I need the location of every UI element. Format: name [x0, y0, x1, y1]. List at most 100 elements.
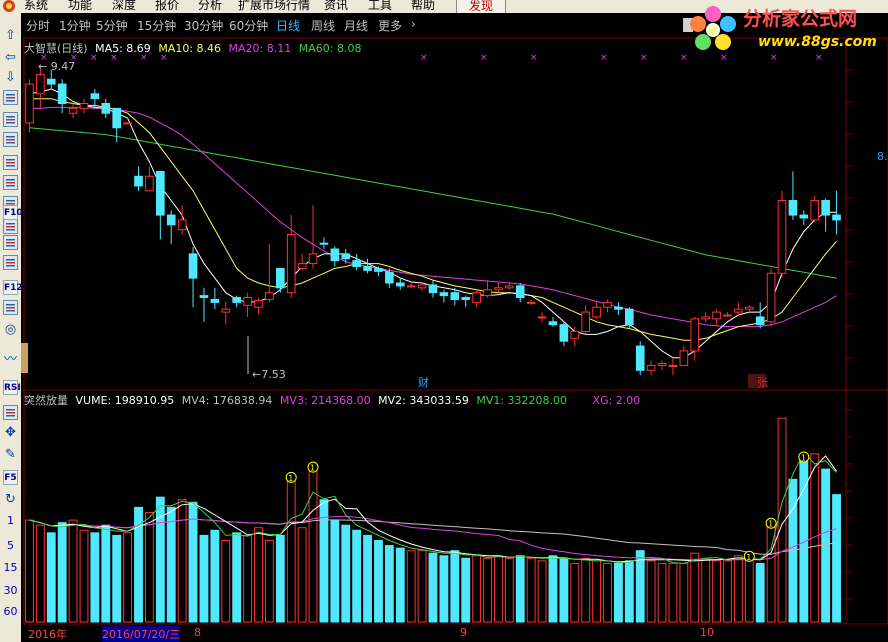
candle-body	[188, 253, 198, 279]
volume-bar	[243, 534, 253, 623]
circle-icon[interactable]: ◎	[3, 322, 18, 337]
candle-body	[123, 122, 132, 125]
volume-bar	[635, 550, 645, 623]
logo-url: www.88gs.com	[758, 34, 877, 50]
zhang-bg	[748, 374, 766, 388]
volume-bar	[483, 557, 492, 623]
volume-bar	[35, 524, 45, 623]
volume-bar	[177, 499, 187, 623]
left-toolbar: ⇧ ⇦ ⇩ F10 F12 ◎ 〰 RSI ✥ ✎ F5 ↻ 1 5 15 30 60	[0, 13, 28, 642]
f12-icon[interactable]: F12	[3, 280, 23, 295]
candle-body	[690, 318, 700, 352]
volume-bar	[199, 534, 209, 623]
tab-1[interactable]: 1分钟	[59, 17, 91, 34]
period-number-1[interactable]: 1	[3, 513, 18, 528]
menu-item-discover[interactable]: 发现	[456, 0, 507, 13]
period-number-30[interactable]: 30	[3, 583, 18, 598]
menu-item-8[interactable]: 帮助	[411, 0, 435, 13]
arrow-up-icon[interactable]: ⇧	[3, 28, 18, 43]
tab-8[interactable]: 月线	[344, 17, 368, 34]
period-number-5[interactable]: 5	[3, 538, 18, 553]
list-icon[interactable]	[3, 219, 18, 234]
ma5-value: MA5: 8.69	[95, 42, 151, 55]
vume-value: VUME: 198910.95	[75, 394, 175, 407]
volume-bar	[68, 519, 78, 623]
volume-header: 突然放量 VUME: 198910.95 MV4: 176838.94 MV3:…	[24, 392, 644, 408]
bar-chart-icon[interactable]	[3, 175, 18, 190]
volume-signal-label: 1	[768, 520, 773, 529]
menu-item-3[interactable]: 报价	[155, 0, 179, 13]
stock-list-icon[interactable]	[3, 90, 18, 105]
tab-3[interactable]: 15分钟	[137, 17, 176, 34]
move-icon[interactable]: ✥	[3, 425, 18, 440]
tab-0[interactable]: 分时	[26, 17, 50, 34]
tab-2[interactable]: 5分钟	[96, 17, 128, 34]
cai-marker: 财	[418, 375, 429, 389]
menu-item-1[interactable]: 功能	[68, 0, 92, 13]
volume-bar	[570, 562, 580, 623]
candle-body	[395, 282, 405, 287]
line-chart-icon[interactable]	[3, 155, 18, 170]
grid-icon[interactable]	[3, 112, 18, 127]
refresh-icon[interactable]: ↻	[3, 492, 18, 507]
menu-item-2[interactable]: 深度	[112, 0, 136, 13]
logo-text: 分析家公式网	[743, 8, 858, 30]
f5-icon[interactable]: F5	[3, 470, 18, 485]
wave-icon[interactable]: 〰	[3, 352, 18, 367]
x-marker: ×	[530, 53, 538, 63]
candle-body	[156, 170, 165, 216]
tab-5[interactable]: 60分钟	[229, 17, 268, 34]
menu-item-0[interactable]: 系统	[24, 0, 48, 13]
rsi-icon[interactable]: RSI	[3, 380, 21, 395]
candle-body	[668, 364, 678, 367]
menu-item-5[interactable]: 扩展市场行情	[238, 0, 310, 13]
candle-body	[494, 287, 503, 291]
candle-body	[744, 306, 754, 310]
period-number-60[interactable]: 60	[3, 604, 18, 619]
doc-icon[interactable]	[3, 255, 18, 270]
volume-bar	[494, 555, 503, 623]
menu-item-7[interactable]: 工具	[368, 0, 392, 13]
tab-10[interactable]: ›	[411, 17, 416, 31]
volume-bar	[275, 534, 285, 623]
candle-body	[46, 78, 56, 85]
volume-bar	[472, 555, 482, 623]
candle-body	[505, 285, 514, 289]
f10-icon[interactable]: F10	[3, 205, 23, 220]
candle-body	[363, 265, 372, 271]
mv4-value: MV4: 176838.94	[181, 394, 273, 407]
tab-7[interactable]: 周线	[311, 17, 335, 34]
volume-bar	[515, 555, 525, 623]
volume-bar	[755, 562, 765, 623]
kline-header: 大智慧(日线) MA5: 8.69 MA10: 8.46 MA20: 8.11 …	[24, 40, 365, 56]
arrow-down-icon[interactable]: ⇩	[3, 70, 18, 85]
candle-body	[679, 350, 689, 366]
pencil-icon[interactable]: ✎	[3, 447, 18, 462]
date-month-8: 8	[194, 626, 201, 639]
report-icon[interactable]	[3, 235, 18, 250]
candle-body	[199, 295, 209, 299]
candle-body	[68, 107, 78, 114]
volume-bar	[613, 562, 623, 623]
volume-bar	[646, 560, 656, 623]
indicator-title[interactable]: 突然放量	[24, 394, 68, 407]
table-icon[interactable]	[3, 132, 18, 147]
candle-body	[275, 267, 285, 289]
candle-body	[821, 200, 830, 216]
tab-4[interactable]: 30分钟	[184, 17, 223, 34]
tab-6[interactable]: 日线	[276, 17, 300, 34]
period-number-15[interactable]: 15	[3, 560, 18, 575]
arrow-left-icon[interactable]: ⇦	[3, 50, 18, 65]
candle-body	[341, 253, 351, 260]
volume-bar	[548, 555, 558, 623]
tab-9[interactable]: 更多	[378, 17, 402, 34]
toolbar-collapse-handle[interactable]	[21, 343, 28, 373]
volume-bar	[25, 519, 34, 623]
candle-body	[657, 363, 667, 366]
finance-icon[interactable]	[3, 300, 18, 315]
ruler-icon[interactable]	[3, 405, 18, 420]
volume-bar	[624, 560, 634, 623]
menu-item-4[interactable]: 分析	[198, 0, 222, 13]
menu-item-6[interactable]: 资讯	[324, 0, 348, 13]
candle-body	[712, 311, 721, 320]
